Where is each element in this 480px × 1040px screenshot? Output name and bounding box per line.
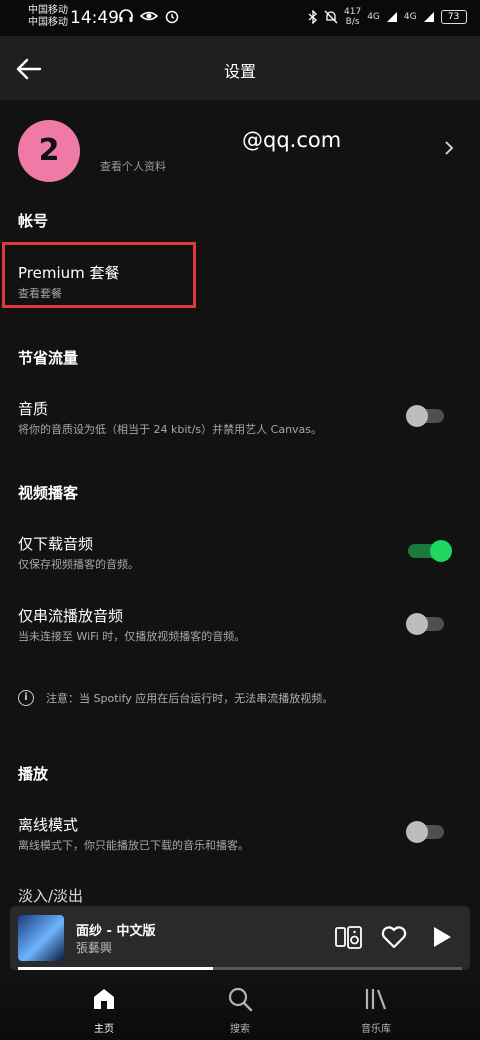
carrier-labels: 中国移动 中国移动	[28, 5, 68, 29]
toggle-knob	[430, 540, 452, 562]
section-video-podcasts: 视频播客	[18, 484, 79, 502]
bottom-nav: 主页 搜索 音乐库	[0, 976, 480, 1040]
battery-indicator: 73	[440, 10, 467, 24]
stream-audio-sub: 当未连接至 WiFi 时，仅播放视频播客的音频。	[18, 630, 246, 643]
signal-1-icon	[386, 12, 397, 22]
crossfade-title[interactable]: 淡入/淡出	[18, 885, 83, 906]
bluetooth-icon	[308, 10, 317, 24]
toggle-knob	[406, 821, 428, 843]
nav-search[interactable]: 搜索	[200, 986, 280, 1035]
profile-email: @qq.com	[242, 128, 342, 152]
toggle-knob	[406, 405, 428, 427]
track-title: 面纱 - 中文版	[76, 924, 156, 939]
status-icons-left	[118, 8, 180, 24]
page-title: 设置	[223, 62, 256, 81]
album-cover	[18, 915, 64, 961]
offline-mode-toggle[interactable]	[406, 821, 444, 843]
play-icon[interactable]	[430, 924, 454, 950]
section-playback: 播放	[18, 765, 49, 783]
stream-audio-toggle[interactable]	[406, 613, 444, 635]
connect-device-icon[interactable]	[334, 924, 364, 952]
alarm-icon	[165, 10, 179, 24]
track-artist: 張藝興	[76, 941, 113, 955]
headphones-icon	[119, 9, 133, 22]
chevron-right-icon	[445, 141, 454, 155]
progress-fill	[18, 967, 214, 970]
audio-quality-toggle[interactable]	[406, 405, 444, 427]
search-icon	[228, 987, 253, 1012]
audio-quality-title: 音质	[18, 400, 49, 418]
mini-player[interactable]: 面纱 - 中文版 張藝興	[10, 906, 470, 970]
nav-library[interactable]: 音乐库	[336, 986, 416, 1035]
info-icon: i	[18, 690, 34, 706]
signal-2-icon	[423, 12, 434, 22]
net-speed-unit: B/s	[345, 17, 360, 27]
download-audio-toggle[interactable]	[408, 540, 452, 562]
avatar: 2	[18, 120, 80, 182]
stream-audio-title: 仅串流播放音频	[18, 607, 124, 625]
playback-progress[interactable]	[18, 967, 462, 970]
toggle-knob	[406, 613, 428, 635]
signal-1-label: 4G	[367, 12, 380, 22]
carrier-2: 中国移动	[28, 17, 68, 28]
home-icon	[94, 989, 114, 1009]
profile-row[interactable]: 2 @qq.com 查看个人资料	[0, 110, 480, 190]
audio-quality-sub: 将你的音质设为低（相当于 24 kbit/s）并禁用艺人 Canvas。	[18, 423, 323, 436]
net-speed: 417 B/s	[344, 7, 361, 27]
library-icon	[365, 989, 387, 1010]
nav-home-label: 主页	[94, 1024, 114, 1035]
nav-search-label: 搜索	[230, 1024, 250, 1035]
status-icons-right: 417 B/s 4G 4G 73	[308, 7, 467, 27]
signal-2-label: 4G	[403, 12, 417, 22]
offline-mode-title: 离线模式	[18, 816, 79, 834]
nav-library-label: 音乐库	[361, 1024, 391, 1035]
status-bar: 中国移动 中国移动 14:49 417 B/s 4G 4G 73	[0, 0, 480, 36]
eye-icon	[140, 11, 158, 21]
section-data-saver: 节省流量	[18, 349, 79, 367]
download-audio-sub: 仅保存视频播客的音频。	[18, 558, 139, 571]
mute-bell-icon	[324, 10, 338, 24]
net-speed-value: 417	[344, 7, 362, 17]
settings-header: 设置	[0, 36, 480, 100]
section-account: 帐号	[18, 212, 49, 230]
download-audio-title: 仅下载音频	[18, 535, 94, 553]
offline-mode-sub: 离线模式下，你只能播放已下载的音乐和播客。	[18, 839, 249, 852]
view-profile-label: 查看个人资料	[100, 160, 166, 173]
nav-home[interactable]: 主页	[64, 986, 144, 1035]
heart-outline-icon[interactable]	[380, 924, 408, 950]
highlight-box	[2, 242, 196, 308]
background-video-note: 注意：当 Spotify 应用在后台运行时，无法串流播放视频。	[46, 692, 334, 705]
status-time: 14:49	[70, 8, 119, 28]
carrier-1: 中国移动	[28, 5, 68, 16]
